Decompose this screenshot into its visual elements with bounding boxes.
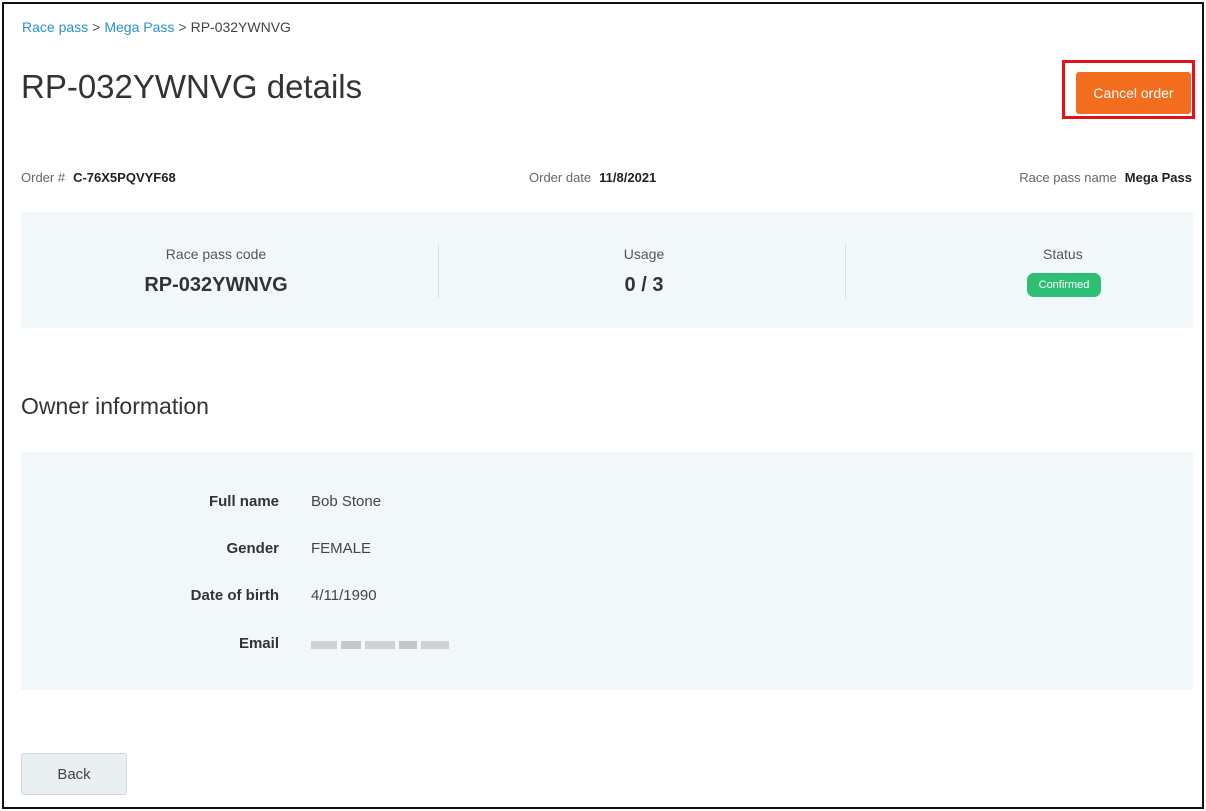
gender-value: FEMALE [311, 540, 372, 557]
breadcrumb: Race pass > Mega Pass > RP-032YWNVG [22, 19, 291, 35]
owner-info-panel: Full name Bob Stone Gender FEMALE Date o… [21, 452, 1193, 690]
pass-summary-panel: Race pass code RP-032YWNVG Usage 0 / 3 S… [21, 212, 1193, 328]
breadcrumb-separator: > [178, 19, 187, 35]
race-pass-name-label: Race pass name [1019, 170, 1117, 185]
order-number: Order # C-76X5PQVYF68 [21, 170, 176, 185]
page-title: RP-032YWNVG details [21, 68, 363, 105]
column-divider [845, 244, 846, 298]
order-number-value: C-76X5PQVYF68 [73, 170, 176, 185]
pass-code-column: Race pass code RP-032YWNVG [21, 212, 411, 328]
usage-column: Usage 0 / 3 [449, 212, 839, 328]
breadcrumb-link-mega-pass[interactable]: Mega Pass [104, 19, 174, 35]
owner-section-title: Owner information [21, 393, 209, 419]
breadcrumb-current: RP-032YWNVG [190, 19, 291, 35]
order-date-label: Order date [529, 170, 592, 185]
status-badge: Confirmed [1027, 273, 1101, 297]
breadcrumb-separator: > [92, 19, 101, 35]
dob-label: Date of birth [190, 587, 279, 604]
page-frame: Race pass > Mega Pass > RP-032YWNVG RP-032YW… [2, 2, 1204, 809]
usage-label: Usage [623, 246, 665, 262]
pass-code-label: Race pass code [165, 246, 267, 262]
pass-code-value: RP-032YWNVG [144, 274, 288, 296]
email-value-redacted [311, 637, 449, 651]
race-pass-name: Race pass name Mega Pass [1019, 170, 1192, 185]
usage-value: 0 / 3 [624, 274, 664, 296]
gender-label: Gender [226, 540, 279, 557]
order-number-label: Order # [21, 170, 66, 185]
back-button[interactable]: Back [21, 753, 127, 795]
cancel-order-button[interactable]: Cancel order [1076, 72, 1191, 114]
breadcrumb-link-race-pass[interactable]: Race pass [22, 19, 88, 35]
order-date: Order date 11/8/2021 [529, 170, 656, 185]
full-name-label: Full name [208, 493, 279, 510]
full-name-value: Bob Stone [311, 493, 382, 510]
order-date-value: 11/8/2021 [599, 170, 657, 185]
email-label: Email [238, 635, 279, 652]
status-column: Status [869, 212, 1206, 328]
dob-value: 4/11/1990 [311, 587, 377, 604]
column-divider [438, 244, 439, 298]
status-label: Status [1043, 246, 1083, 262]
race-pass-name-value: Mega Pass [1124, 170, 1192, 185]
